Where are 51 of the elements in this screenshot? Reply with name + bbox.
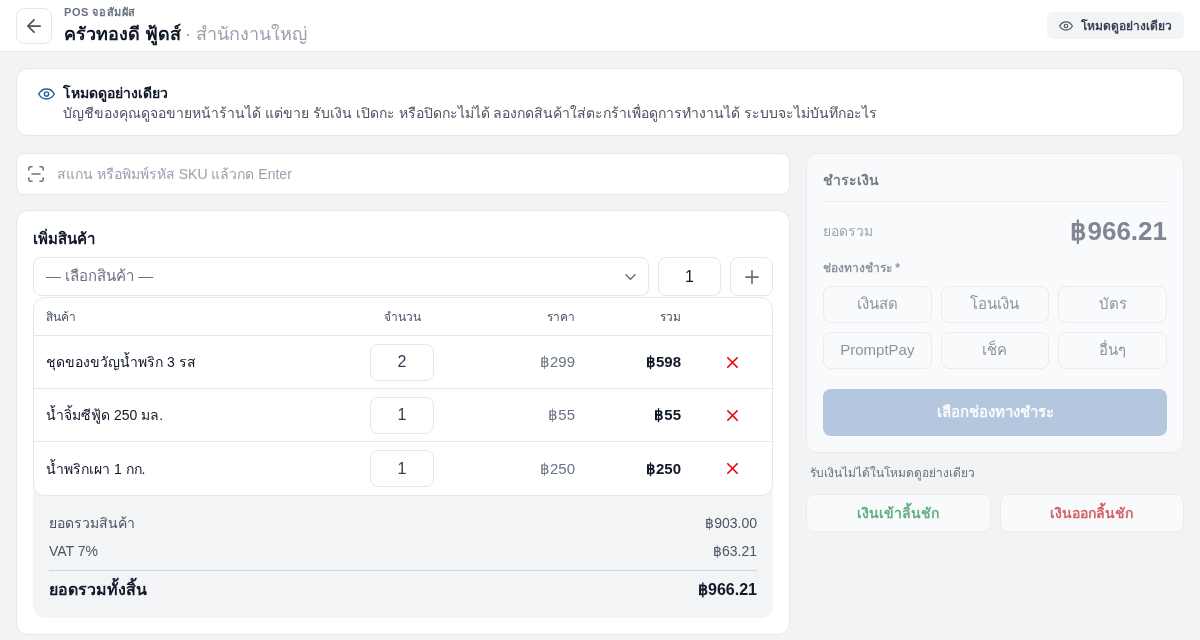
back-arrow-icon [27, 18, 41, 33]
payment-method-label: ช่องทางชำระ * [823, 260, 901, 276]
line-total: ฿598 [645, 353, 681, 370]
remove-item-button[interactable] [725, 461, 739, 476]
add-button[interactable] [730, 257, 773, 296]
store-name: ครัวทองดี ฟู้ดส์ [64, 22, 181, 48]
eye-icon [38, 88, 55, 100]
line-total: ฿250 [645, 459, 681, 477]
summary-value: ฿63.21 [712, 542, 757, 561]
back-button[interactable] [16, 7, 52, 44]
quantity-input[interactable]: 2 [370, 343, 434, 381]
chevron-down-icon [625, 273, 636, 280]
close-icon [726, 409, 738, 421]
grand-total-value: ฿966.21 [698, 579, 757, 600]
notice-message: บัญชีของคุณดูจอขายหน้าร้านได้ แต่ขาย รับเงิน เปิดกะ หรือปิดกะไม่ได้ ลองกดสินค้าใส่ตะกร้าเพื่อดูการทำงานได้ ระบบจะไม่บันทึกอะไร [63, 103, 878, 123]
quantity-input[interactable]: 1 [370, 396, 434, 434]
column-header: สินค้า [46, 309, 76, 324]
column-header: ราคา [547, 309, 575, 324]
remove-item-button[interactable] [725, 408, 739, 422]
notice-title: โหมดดูอย่างเดียว [63, 83, 169, 103]
plus-icon [744, 269, 759, 284]
remove-item-button[interactable] [725, 355, 739, 369]
scan-icon [28, 166, 44, 182]
payment-title: ชำระเงิน [823, 170, 1167, 202]
product-name: ชุดของขวัญน้ำพริก 3 รส [46, 354, 196, 370]
scan-field[interactable]: สแกน หรือพิมพ์รหัส SKU แล้วกด Enter [16, 153, 790, 195]
column-header: จำนวน [383, 309, 421, 324]
unit-price: ฿55 [548, 406, 575, 423]
add-product-title: เพิ่มสินค้า [33, 229, 96, 249]
view-only-mode-button[interactable]: โหมดดูอย่างเดียว [1047, 12, 1184, 39]
app-subtitle: POS จอสัมผัส [64, 4, 137, 20]
grand-total-label: ยอดรวมทั้งสิ้น [49, 577, 147, 602]
unit-price: ฿299 [539, 353, 575, 370]
column-header: รวม [660, 309, 681, 324]
product-name: น้ำจิ้มซีฟู้ด 250 มล. [46, 407, 164, 423]
product-select[interactable]: — เลือกสินค้า — [33, 257, 649, 296]
line-total: ฿55 [654, 406, 681, 423]
summary-label: VAT 7% [49, 542, 99, 561]
product-name: น้ำพริกเผา 1 กก. [46, 460, 146, 477]
total-amount: ฿966.21 [1070, 214, 1167, 248]
close-icon [726, 356, 738, 368]
quantity-input[interactable]: 1 [658, 257, 721, 296]
close-icon [726, 463, 738, 474]
cash-drawer-note: รับเงินไม่ได้ในโหมดดูอย่างเดียว [810, 465, 976, 481]
summary-value: ฿903.00 [705, 514, 757, 533]
total-label: ยอดรวม [823, 222, 873, 241]
unit-price: ฿250 [539, 459, 575, 477]
eye-icon [1059, 20, 1073, 31]
summary-label: ยอดรวมสินค้า [49, 514, 135, 533]
branch-name: · สำนักงานใหญ่ [185, 22, 307, 46]
quantity-input[interactable]: 1 [370, 450, 434, 487]
